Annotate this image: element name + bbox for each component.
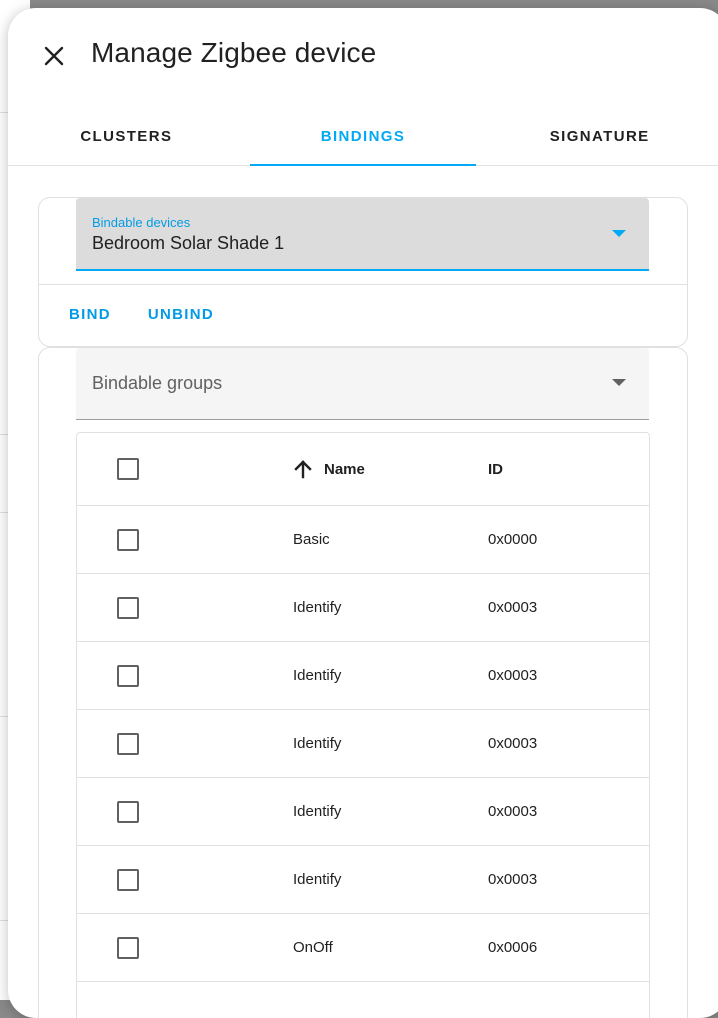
- row-checkbox[interactable]: [117, 597, 139, 619]
- bindable-groups-placeholder: Bindable groups: [92, 373, 222, 394]
- cell-name: Identify: [293, 735, 341, 752]
- row-checkbox[interactable]: [117, 869, 139, 891]
- dropdown-arrow-icon: [612, 379, 626, 386]
- cell-name: Identify: [293, 599, 341, 616]
- cell-name: Basic: [293, 531, 330, 548]
- cell-id: 0x0003: [488, 599, 537, 616]
- table-row[interactable]: Identify 0x0003: [77, 846, 649, 914]
- bind-button[interactable]: BIND: [69, 306, 111, 323]
- row-checkbox[interactable]: [117, 733, 139, 755]
- manage-zigbee-device-dialog: Manage Zigbee device CLUSTERS BINDINGS S…: [8, 8, 718, 1018]
- cell-id: 0x0000: [488, 531, 537, 548]
- row-checkbox[interactable]: [117, 801, 139, 823]
- arrow-up-icon[interactable]: [291, 457, 315, 481]
- bindable-groups-card: Bindable groups Name ID Basic 0x0000 Ide…: [38, 347, 688, 1018]
- table-row[interactable]: Basic 0x0000: [77, 506, 649, 574]
- dropdown-arrow-icon: [612, 230, 626, 237]
- dialog-header: Manage Zigbee device: [8, 8, 718, 108]
- table-row[interactable]: OnOff 0x0006: [77, 914, 649, 982]
- column-header-name[interactable]: Name: [324, 461, 365, 478]
- bindable-devices-value: Bedroom Solar Shade 1: [92, 233, 284, 254]
- table-row[interactable]: Identify 0x0003: [77, 778, 649, 846]
- bindable-devices-label: Bindable devices: [92, 215, 190, 230]
- cell-name: Identify: [293, 667, 341, 684]
- unbind-button[interactable]: UNBIND: [148, 306, 214, 323]
- table-row[interactable]: [77, 982, 649, 1018]
- bindable-devices-select[interactable]: Bindable devices Bedroom Solar Shade 1: [76, 198, 649, 271]
- table-row[interactable]: Identify 0x0003: [77, 710, 649, 778]
- tab-bindings[interactable]: BINDINGS: [245, 108, 482, 165]
- close-button[interactable]: [34, 36, 74, 76]
- row-checkbox[interactable]: [117, 665, 139, 687]
- cell-id: 0x0003: [488, 667, 537, 684]
- tab-clusters[interactable]: CLUSTERS: [8, 108, 245, 165]
- row-checkbox[interactable]: [117, 529, 139, 551]
- bindable-groups-select[interactable]: Bindable groups: [76, 348, 649, 420]
- row-checkbox[interactable]: [117, 937, 139, 959]
- tab-signature[interactable]: SIGNATURE: [481, 108, 718, 165]
- cell-name: Identify: [293, 803, 341, 820]
- bindable-devices-card: Bindable devices Bedroom Solar Shade 1 B…: [38, 197, 688, 347]
- column-header-id[interactable]: ID: [488, 461, 503, 478]
- dialog-title: Manage Zigbee device: [91, 37, 376, 69]
- cell-id: 0x0006: [488, 939, 537, 956]
- card-actions: BIND UNBIND: [69, 306, 214, 323]
- clusters-table: Name ID Basic 0x0000 Identify 0x0003 Ide…: [76, 432, 650, 1018]
- close-icon: [42, 44, 66, 68]
- table-header-row: Name ID: [77, 433, 649, 506]
- cell-id: 0x0003: [488, 803, 537, 820]
- select-all-checkbox[interactable]: [117, 458, 139, 480]
- cell-id: 0x0003: [488, 871, 537, 888]
- cell-id: 0x0003: [488, 735, 537, 752]
- cell-name: Identify: [293, 871, 341, 888]
- table-row[interactable]: Identify 0x0003: [77, 574, 649, 642]
- table-row[interactable]: Identify 0x0003: [77, 642, 649, 710]
- card-divider: [39, 284, 687, 285]
- tab-bar: CLUSTERS BINDINGS SIGNATURE: [8, 108, 718, 166]
- cell-name: OnOff: [293, 939, 333, 956]
